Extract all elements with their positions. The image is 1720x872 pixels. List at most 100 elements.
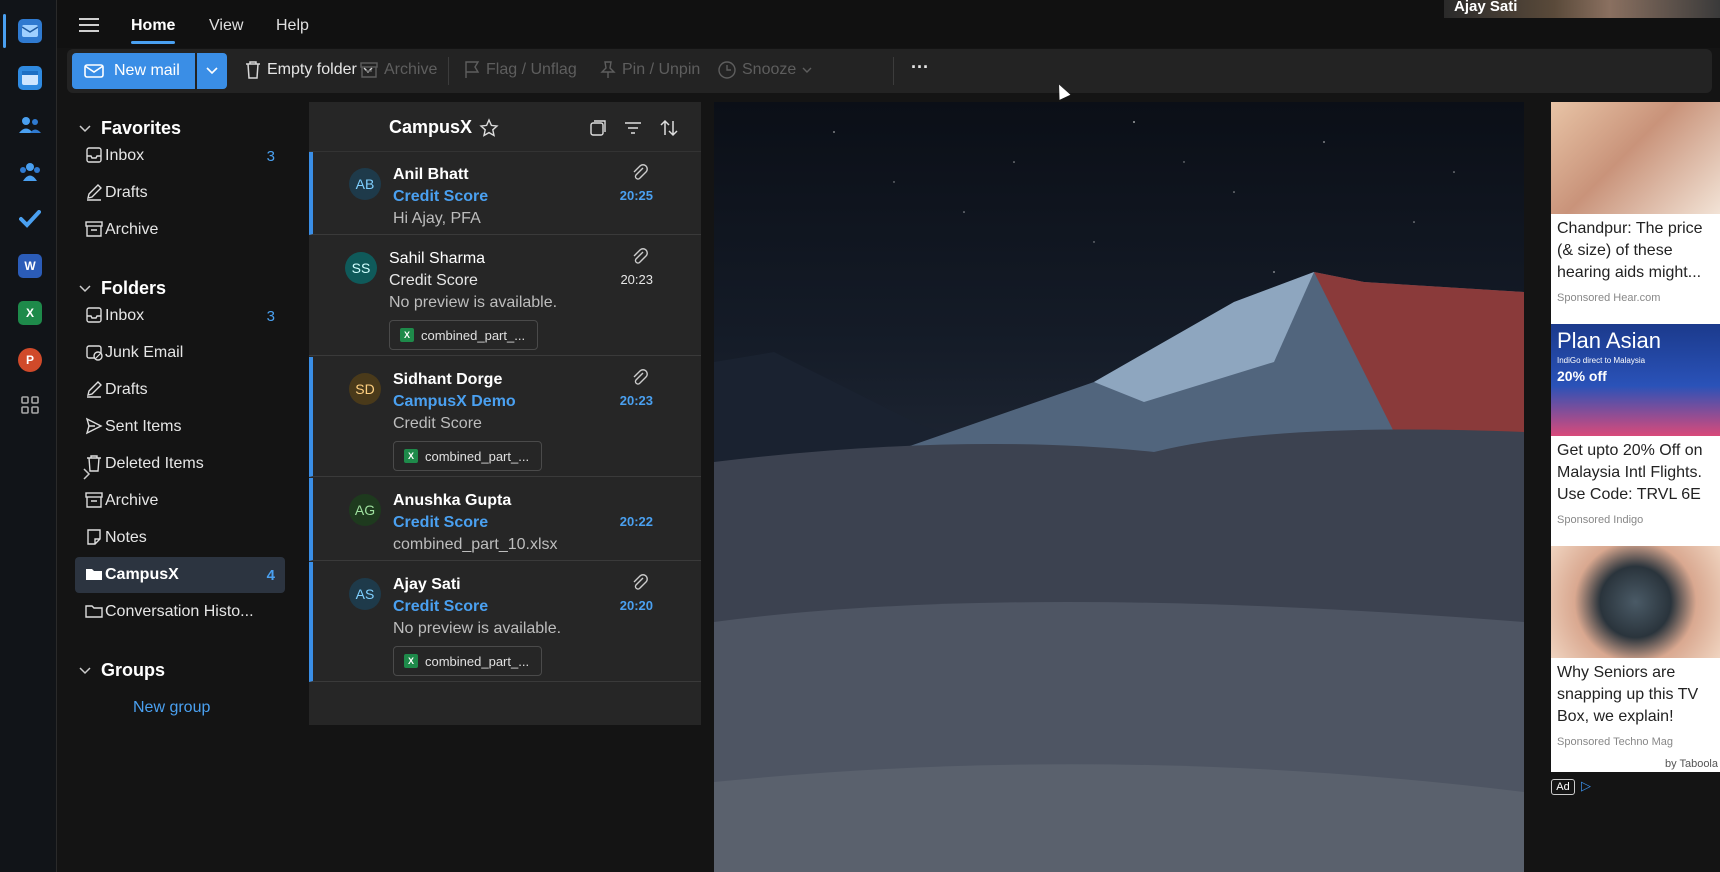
folder-item-sent-items[interactable]: Sent Items <box>75 409 285 445</box>
people-app-icon[interactable] <box>18 113 42 137</box>
folder-item-drafts[interactable]: Drafts <box>75 175 285 211</box>
folder-label: Inbox <box>105 307 145 324</box>
ad-item[interactable]: Chandpur: The price (& size) of these he… <box>1551 102 1720 304</box>
pin-unpin-button[interactable]: Pin / Unpin <box>600 61 700 79</box>
folder-item-deleted-items[interactable]: Deleted Items <box>75 446 285 482</box>
folder-label: Archive <box>105 492 159 509</box>
ad-panel: Chandpur: The price (& size) of these he… <box>1551 102 1720 772</box>
flag-unflag-button[interactable]: Flag / Unflag <box>464 61 577 79</box>
message-time: 20:23 <box>619 393 653 408</box>
attachment-name: combined_part_... <box>425 653 530 669</box>
snooze-button[interactable]: Snooze <box>718 61 812 79</box>
more-apps-icon[interactable] <box>18 393 42 417</box>
new-mail-dropdown-button[interactable] <box>197 53 227 89</box>
mail-app-icon[interactable] <box>18 19 42 43</box>
user-name: Ajay Sati <box>1454 0 1518 15</box>
sender-name: Sahil Sharma <box>389 250 486 267</box>
folder-icon <box>86 569 102 580</box>
send-icon <box>85 417 103 435</box>
calendar-app-icon[interactable] <box>18 66 42 90</box>
chevron-right-icon[interactable] <box>83 468 91 480</box>
folder-item-archive[interactable]: Archive <box>75 212 285 248</box>
empty-folder-button[interactable]: Empty folder <box>245 61 373 79</box>
unread-count: 4 <box>266 566 275 584</box>
filter-icon[interactable] <box>623 118 643 138</box>
folder-item-conversation-histo[interactable]: Conversation Histo... <box>75 594 285 630</box>
folder-item-inbox[interactable]: Inbox 3 <box>75 298 285 334</box>
more-options-button[interactable]: ··· <box>911 57 929 78</box>
message-row[interactable]: AS Ajay Sati Credit Score No preview is ava… <box>309 562 701 682</box>
folders-heading: Folders <box>101 278 167 298</box>
unread-count: 3 <box>266 307 275 325</box>
desert-mountain-wallpaper <box>714 121 1524 872</box>
avatar: SD <box>349 373 381 405</box>
tab-home[interactable]: Home <box>131 17 176 44</box>
folder-label: CampusX <box>105 566 179 583</box>
message-row[interactable]: AG Anushka Gupta Credit Score combined_part… <box>309 478 701 561</box>
archive-icon <box>85 492 103 508</box>
sort-icon[interactable] <box>659 118 679 138</box>
tab-view[interactable]: View <box>209 17 243 35</box>
message-subject: Credit Score <box>393 598 489 615</box>
ad-item[interactable]: Plan Asian IndiGo direct to Malaysia 20%… <box>1551 324 1720 526</box>
folder-item-notes[interactable]: Notes <box>75 520 285 556</box>
reading-pane-background <box>714 102 1524 872</box>
folder-item-inbox[interactable]: Inbox 3 <box>75 138 285 174</box>
favorites-heading: Favorites <box>101 118 182 138</box>
notes-icon <box>87 529 101 545</box>
groups-section-toggle[interactable]: Groups <box>79 660 165 681</box>
adchoices-icon[interactable]: ▷ <box>1581 778 1591 794</box>
attachment-chip[interactable]: Xcombined_part_... <box>393 441 542 471</box>
avatar: AS <box>349 578 381 610</box>
folder-item-campusx[interactable]: CampusX 4 <box>75 557 285 593</box>
folder-item-archive[interactable]: Archive <box>75 483 285 519</box>
ad-item[interactable]: Why Seniors are snapping up this TV Box,… <box>1551 546 1720 748</box>
attachment-chip[interactable]: Xcombined_part_... <box>393 646 542 676</box>
new-group-link[interactable]: New group <box>133 699 210 717</box>
message-row[interactable]: SS Sahil Sharma Credit Score No preview is … <box>309 236 701 356</box>
inbox-icon <box>86 147 102 163</box>
powerpoint-app-icon[interactable]: P <box>18 348 42 372</box>
favorites-section-toggle[interactable]: Favorites <box>79 118 181 139</box>
excel-file-icon: X <box>404 449 418 463</box>
message-row[interactable]: AB Anil Bhatt Credit Score Hi Ajay, PFA 20:2… <box>309 152 701 235</box>
message-subject: Credit Score <box>393 514 489 531</box>
todo-app-icon[interactable] <box>18 207 42 231</box>
pin-icon <box>600 61 616 78</box>
message-time: 20:23 <box>620 272 653 287</box>
ad-image <box>1551 546 1720 658</box>
groups-app-icon[interactable] <box>18 160 42 184</box>
ad-badge[interactable]: Ad <box>1551 779 1575 795</box>
attachment-name: combined_part_... <box>421 327 526 343</box>
inbox-icon <box>86 307 102 323</box>
excel-app-icon[interactable]: X <box>18 301 42 325</box>
tab-help[interactable]: Help <box>276 17 309 35</box>
folder-item-drafts[interactable]: Drafts <box>75 372 285 408</box>
paperclip-icon <box>633 574 648 590</box>
message-preview: Hi Ajay, PFA <box>393 210 481 227</box>
ad-source: Techno Mag <box>1613 736 1674 748</box>
new-mail-button[interactable]: New mail <box>72 53 195 89</box>
groups-heading: Groups <box>101 660 166 680</box>
sponsored-label: Sponsored <box>1557 736 1611 748</box>
ad-sponsor: Sponsored Indigo <box>1557 514 1643 526</box>
excel-file-icon: X <box>404 654 418 668</box>
message-list: CampusX AB Anil Bhatt Credit Score Hi Ajay,… <box>309 102 701 725</box>
message-row[interactable]: SD Sidhant Dorge CampusX Demo Credit Score 2… <box>309 357 701 477</box>
attachment-chip[interactable]: Xcombined_part_... <box>389 320 538 350</box>
command-ribbon: New mail Empty folder Archive Flag / Unf… <box>67 49 1712 93</box>
excel-file-icon: X <box>400 328 414 342</box>
select-icon[interactable] <box>588 118 608 138</box>
sender-name: Ajay Sati <box>393 576 461 593</box>
folders-section-toggle[interactable]: Folders <box>79 278 166 299</box>
word-app-icon[interactable]: W <box>18 254 42 278</box>
hamburger-menu-icon[interactable] <box>79 18 99 32</box>
drafts-icon <box>87 381 102 398</box>
sender-name: Anushka Gupta <box>393 492 512 509</box>
ad-banner-title: Plan Asian <box>1557 328 1661 353</box>
taboola-credit[interactable]: by Taboola <box>1665 758 1718 770</box>
folder-item-junk-email[interactable]: Junk Email <box>75 335 285 371</box>
star-icon[interactable] <box>479 118 499 138</box>
archive-button[interactable]: Archive <box>360 61 437 79</box>
sponsored-label: Sponsored <box>1557 514 1611 526</box>
